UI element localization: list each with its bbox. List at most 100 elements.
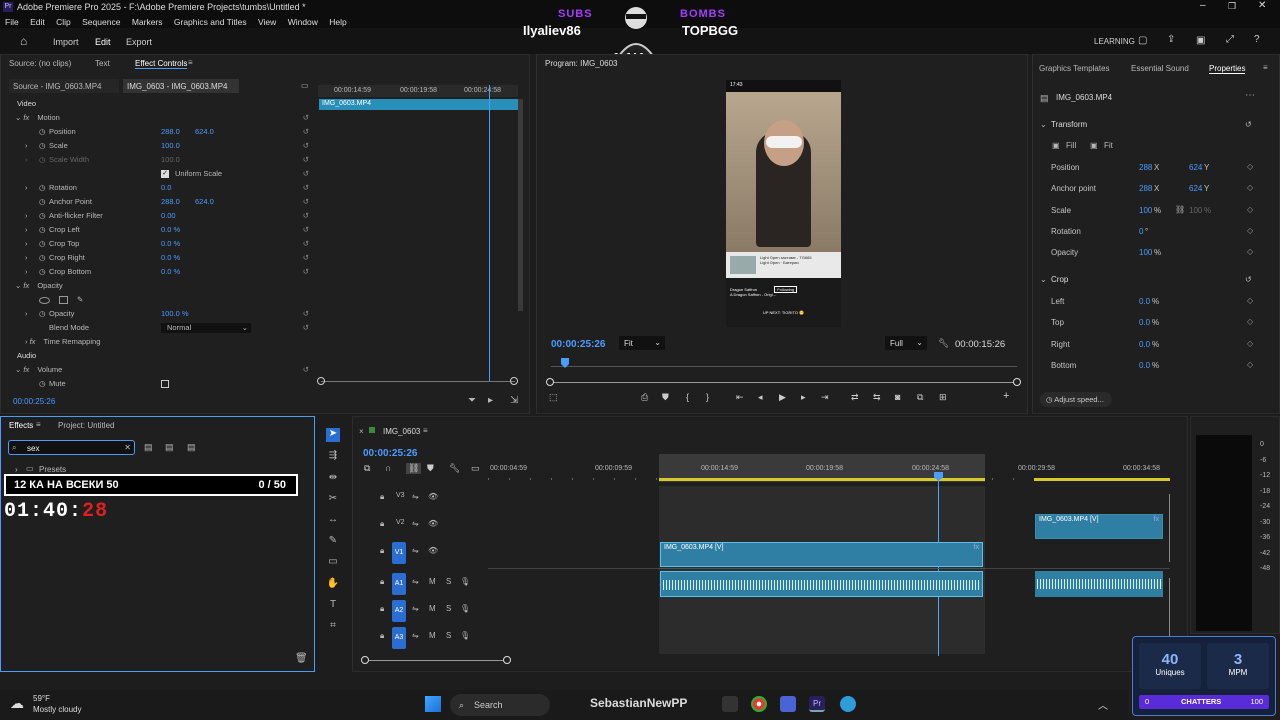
app-icon[interactable] bbox=[840, 696, 856, 712]
menu-clip[interactable]: Clip bbox=[56, 17, 71, 27]
ec-zoom-handle-right[interactable] bbox=[510, 377, 518, 385]
track-target-a3[interactable]: A3 bbox=[392, 627, 406, 649]
timeline-zoom-bar[interactable] bbox=[365, 660, 508, 661]
razor-tool-icon[interactable]: ✂ bbox=[326, 493, 340, 507]
wrench-icon[interactable]: 🔧︎ bbox=[938, 338, 949, 349]
panel-menu-icon[interactable]: ≡ bbox=[423, 426, 428, 435]
sequence-tab[interactable]: IMG_0603 bbox=[383, 427, 420, 436]
play-icon[interactable]: ▶ bbox=[779, 392, 786, 403]
eye-icon[interactable]: 👁︎ bbox=[428, 519, 438, 528]
premiere-taskbar-icon[interactable]: Pr bbox=[809, 696, 825, 712]
position-x-value[interactable]: 288.0 bbox=[161, 125, 180, 139]
panel-icon[interactable]: ▢ bbox=[1138, 35, 1147, 46]
sync-icon[interactable]: ⇋ bbox=[412, 492, 419, 501]
prop-opacity-value[interactable]: 100 bbox=[1139, 248, 1152, 257]
settings-wrench-icon[interactable]: 🔧︎ bbox=[449, 463, 460, 474]
track-target-a1[interactable]: A1 bbox=[392, 573, 406, 595]
stopwatch-icon[interactable]: ◷ bbox=[39, 195, 46, 209]
weather-temp[interactable]: 59°F bbox=[33, 694, 50, 703]
rotation-value[interactable]: 0.0 bbox=[161, 181, 171, 195]
tab-essential-sound[interactable]: Essential Sound bbox=[1131, 64, 1189, 73]
snap-icon[interactable]: ∩ bbox=[385, 463, 391, 473]
ec-zoom-handle-left[interactable] bbox=[317, 377, 325, 385]
hand-tool-icon[interactable]: ✋ bbox=[326, 578, 340, 592]
stopwatch-icon[interactable]: ◷ bbox=[39, 139, 46, 153]
reset-icon[interactable]: ↺ bbox=[303, 139, 309, 153]
track-select-icon[interactable]: ⇶ bbox=[326, 450, 340, 464]
settings-icon[interactable]: ⬚ bbox=[549, 392, 558, 403]
keyframe-icon[interactable]: ◇ bbox=[1247, 226, 1253, 235]
track-target-a2[interactable]: A2 bbox=[392, 600, 406, 622]
uniform-scale-checkbox[interactable]: ✓ bbox=[161, 170, 169, 178]
filter-icon[interactable]: ⏷ bbox=[468, 395, 476, 406]
opacity-value[interactable]: 100.0 % bbox=[161, 307, 189, 321]
caption-tool-icon[interactable]: ⌗ bbox=[326, 620, 340, 634]
chevron-down-icon[interactable]: ⌄ bbox=[1040, 120, 1047, 129]
crop-right-value[interactable]: 0.0 % bbox=[161, 251, 180, 265]
trash-icon[interactable]: 🗑︎ bbox=[295, 653, 308, 664]
stopwatch-icon[interactable]: ◷ bbox=[39, 237, 46, 251]
eye-icon[interactable]: 👁︎ bbox=[428, 546, 438, 555]
timeline-timecode[interactable]: 00:00:25:26 bbox=[363, 448, 417, 459]
track-target-v1[interactable]: V1 bbox=[392, 542, 406, 564]
type-tool-icon[interactable]: T bbox=[326, 599, 340, 613]
pen-mask-icon[interactable]: ✎ bbox=[77, 293, 83, 307]
mute-m-icon[interactable]: M bbox=[429, 604, 436, 613]
reset-icon[interactable]: ↺ bbox=[303, 111, 309, 125]
sync-icon[interactable]: ⇋ bbox=[412, 604, 419, 613]
add-button-icon[interactable]: + bbox=[1003, 390, 1009, 402]
prop-anchor-y[interactable]: 624 bbox=[1189, 184, 1202, 193]
slip-tool-icon[interactable]: ↔ bbox=[326, 514, 340, 528]
effects-search-input[interactable]: sex bbox=[27, 444, 39, 453]
maximize-icon[interactable]: ❐ bbox=[1228, 1, 1236, 12]
tab-properties[interactable]: Properties bbox=[1209, 64, 1246, 74]
rect-mask-icon[interactable] bbox=[59, 296, 68, 304]
sync-icon[interactable]: ⇋ bbox=[412, 519, 419, 528]
app-icon[interactable] bbox=[780, 696, 796, 712]
lift-icon[interactable]: ⎙ bbox=[641, 392, 648, 403]
overwrite-icon[interactable]: ⇆ bbox=[873, 392, 881, 403]
program-zoom-right[interactable] bbox=[1013, 378, 1021, 386]
crop-right-value[interactable]: 0.0 bbox=[1139, 340, 1150, 349]
menu-sequence[interactable]: Sequence bbox=[82, 17, 120, 27]
compare-icon[interactable]: ⧉ bbox=[917, 392, 923, 403]
tab-effects[interactable]: Effects bbox=[9, 421, 33, 430]
anchor-y-value[interactable]: 624.0 bbox=[195, 195, 214, 209]
keyframe-icon[interactable]: ◇ bbox=[1247, 317, 1253, 326]
menu-help[interactable]: Help bbox=[329, 17, 346, 27]
weather-desc[interactable]: Mostly cloudy bbox=[33, 705, 81, 714]
source-clip-tab[interactable]: Source - IMG_0603.MP4 bbox=[9, 79, 119, 93]
ec-scrollbar[interactable] bbox=[518, 99, 523, 311]
stopwatch-icon[interactable]: ◷ bbox=[39, 251, 46, 265]
resolution-select[interactable]: Full ⌄ bbox=[885, 336, 927, 350]
chrome-icon[interactable] bbox=[751, 696, 767, 712]
panel-menu-icon[interactable]: ≡ bbox=[188, 58, 193, 67]
mark-out-icon[interactable]: } bbox=[706, 392, 709, 402]
timeline-ruler[interactable]: 00:00:04:59 00:00:09:59 00:00:14:59 00:0… bbox=[488, 454, 1170, 482]
keyframe-icon[interactable]: ◇ bbox=[1247, 339, 1253, 348]
nest-icon[interactable]: ⧉ bbox=[364, 463, 370, 474]
keyframe-icon[interactable]: ◇ bbox=[1247, 360, 1253, 369]
clip-a1-2[interactable] bbox=[1035, 571, 1163, 597]
insert-icon[interactable]: ⇄ bbox=[851, 392, 859, 403]
reset-icon[interactable]: ↺ bbox=[303, 363, 309, 377]
crop-top-value[interactable]: 0.0 bbox=[1139, 318, 1150, 327]
chevron-down-icon[interactable]: ⌄ bbox=[1040, 275, 1047, 284]
taskbar-search[interactable]: ⌕ Search bbox=[450, 694, 550, 716]
audio-vscroll[interactable] bbox=[1169, 578, 1170, 638]
keyframe-icon[interactable]: ◇ bbox=[1247, 296, 1253, 305]
mute-m-icon[interactable]: M bbox=[429, 577, 436, 586]
import-tab[interactable]: Import bbox=[53, 37, 79, 47]
program-timecode[interactable]: 00:00:25:26 bbox=[551, 339, 605, 350]
lock-icon[interactable]: 🔒︎ bbox=[380, 631, 384, 641]
mark-in-icon[interactable]: { bbox=[686, 392, 689, 402]
step-forward-icon[interactable]: ▸ bbox=[801, 392, 806, 403]
anchor-x-value[interactable]: 288.0 bbox=[161, 195, 180, 209]
32bit-icon[interactable]: ▤ bbox=[165, 442, 174, 453]
clip-v2[interactable]: IMG_0603.MP4 [V] fx bbox=[1035, 514, 1163, 539]
clear-search-icon[interactable]: ✕ bbox=[124, 443, 131, 452]
ec-timecode[interactable]: 00:00:25:26 bbox=[13, 397, 55, 406]
fit-label[interactable]: Fit bbox=[1104, 141, 1113, 150]
scale-value[interactable]: 100.0 bbox=[161, 139, 180, 153]
more-icon[interactable]: ⋯ bbox=[1245, 90, 1255, 101]
